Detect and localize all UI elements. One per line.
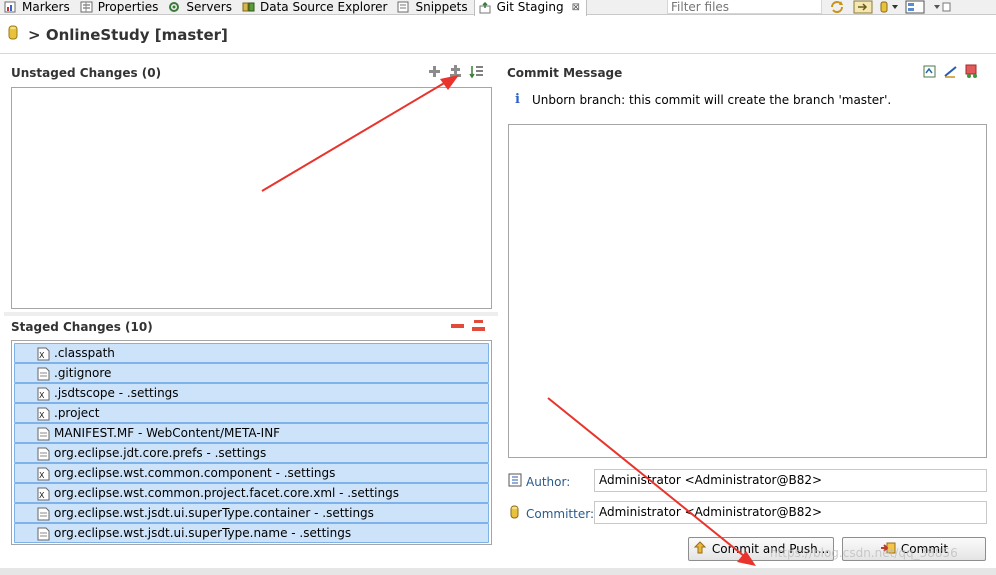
view-toolbar — [826, 0, 956, 14]
link-with-selection-icon[interactable] — [852, 0, 874, 14]
xml-file-icon: X — [37, 347, 50, 364]
committer-field[interactable]: Administrator <Administrator@B82> — [594, 501, 987, 524]
file-name: org.eclipse.wst.jsdt.ui.superType.name -… — [54, 526, 352, 540]
list-item[interactable]: org.eclipse.wst.jsdt.ui.superType.contai… — [14, 503, 489, 523]
unstaged-toolbar — [422, 64, 484, 82]
committer-label: Committer: — [508, 505, 594, 522]
repository-icon — [8, 25, 18, 44]
watermark: https://blog.csdn.net/qq_38856 — [770, 546, 958, 560]
svg-text:X: X — [39, 471, 45, 480]
unstaged-changes-title: Unstaged Changes (0) — [11, 66, 162, 80]
markers-icon — [4, 1, 17, 13]
list-item[interactable]: X .jsdtscope - .settings — [14, 383, 489, 403]
svg-text:X: X — [39, 411, 45, 420]
commit-message-input[interactable] — [508, 124, 987, 458]
file-name: .classpath — [54, 346, 115, 360]
list-item[interactable]: MANIFEST.MF - WebContent/META-INF — [14, 423, 489, 443]
list-item[interactable]: X .project — [14, 403, 489, 423]
xml-file-icon: X — [37, 407, 50, 424]
signed-off-icon[interactable] — [943, 64, 959, 82]
xml-file-icon: X — [37, 487, 50, 504]
tab-label: Data Source Explorer — [260, 0, 388, 14]
tab-git-staging[interactable]: Git Staging ⊠ — [473, 0, 588, 16]
staged-changes-title: Staged Changes (10) — [11, 320, 153, 334]
xml-file-icon: X — [37, 467, 50, 484]
header-prefix: > — [28, 25, 41, 44]
snippets-icon — [397, 1, 410, 13]
data-source-icon — [242, 1, 255, 13]
author-field[interactable]: Administrator <Administrator@B82> — [594, 469, 987, 492]
list-item[interactable]: .gitignore — [14, 363, 489, 383]
tab-label: Snippets — [415, 0, 468, 14]
add-to-index-icon[interactable] — [427, 64, 442, 82]
refresh-icon[interactable] — [826, 0, 848, 14]
unstaged-changes-list[interactable] — [11, 87, 492, 309]
view-layout-icon[interactable] — [904, 0, 926, 14]
commit-toolbar — [917, 64, 980, 82]
file-name: org.eclipse.wst.jsdt.ui.superType.contai… — [54, 506, 374, 520]
list-item[interactable]: Xorg.eclipse.wst.common.project.facet.co… — [14, 483, 489, 503]
list-item[interactable]: Xorg.eclipse.wst.common.component - .set… — [14, 463, 489, 483]
add-change-id-icon[interactable] — [964, 64, 980, 82]
svg-text:X: X — [39, 391, 45, 400]
tab-servers[interactable]: Servers — [164, 0, 238, 15]
svg-text:X: X — [39, 491, 45, 500]
remove-all-from-index-icon[interactable] — [470, 319, 487, 336]
info-icon: i — [515, 92, 520, 107]
section-divider — [4, 312, 498, 316]
tab-label: Properties — [97, 0, 159, 14]
tab-label: Markers — [22, 0, 70, 14]
commit-message-title: Commit Message — [507, 66, 623, 80]
committer-icon — [508, 505, 523, 522]
text-file-icon — [37, 447, 50, 464]
unborn-branch-info: i Unborn branch: this commit will create… — [515, 92, 891, 107]
list-item[interactable]: org.eclipse.wst.jsdt.ui.superType.name -… — [14, 523, 489, 543]
list-item[interactable]: org.eclipse.jdt.core.prefs - .settings — [14, 443, 489, 463]
author-icon — [508, 473, 523, 490]
repository-header: > OnlineStudy [master] — [0, 16, 996, 54]
page-title: OnlineStudy [master] — [45, 25, 228, 44]
text-file-icon — [37, 527, 50, 544]
sort-icon[interactable] — [469, 64, 484, 82]
file-name: org.eclipse.wst.common.project.facet.cor… — [54, 486, 399, 500]
tab-snippets[interactable]: Snippets — [393, 0, 473, 15]
file-name: .jsdtscope - .settings — [54, 386, 179, 400]
properties-icon — [80, 1, 93, 13]
staged-changes-list[interactable]: X .classpath .gitignore X .jsdtscope - .se… — [11, 340, 492, 545]
push-icon — [693, 540, 707, 558]
git-staging-icon — [479, 1, 492, 14]
tab-markers[interactable]: Markers — [0, 0, 76, 15]
file-name: MANIFEST.MF - WebContent/META-INF — [54, 426, 281, 440]
author-label: Author: — [508, 473, 570, 490]
remove-from-index-icon[interactable] — [450, 320, 465, 335]
text-file-icon — [37, 507, 50, 524]
add-all-to-index-icon[interactable] — [447, 64, 464, 82]
amend-commit-icon[interactable] — [922, 64, 938, 82]
svg-text:X: X — [39, 351, 45, 360]
view-menu-icon[interactable] — [930, 0, 952, 14]
file-name: org.eclipse.jdt.core.prefs - .settings — [54, 446, 267, 460]
filter-files-input[interactable] — [667, 0, 822, 14]
tab-properties[interactable]: Properties — [76, 0, 165, 15]
repository-dropdown-icon[interactable] — [878, 0, 900, 14]
xml-file-icon: X — [37, 387, 50, 404]
file-name: org.eclipse.wst.common.component - .sett… — [54, 466, 336, 480]
bottom-border — [0, 568, 996, 575]
info-text: Unborn branch: this commit will create t… — [531, 92, 892, 107]
close-tab-icon[interactable]: ⊠ — [572, 0, 580, 15]
tab-label: Servers — [186, 0, 232, 14]
text-file-icon — [37, 367, 50, 384]
file-name: .gitignore — [54, 366, 112, 380]
tab-data-source-explorer[interactable]: Data Source Explorer — [238, 0, 393, 15]
tab-label: Git Staging — [496, 0, 564, 14]
list-item[interactable]: X .classpath — [14, 343, 489, 363]
servers-icon — [168, 1, 181, 13]
staged-toolbar — [445, 319, 487, 336]
text-file-icon — [37, 427, 50, 444]
file-name: .project — [54, 406, 100, 420]
